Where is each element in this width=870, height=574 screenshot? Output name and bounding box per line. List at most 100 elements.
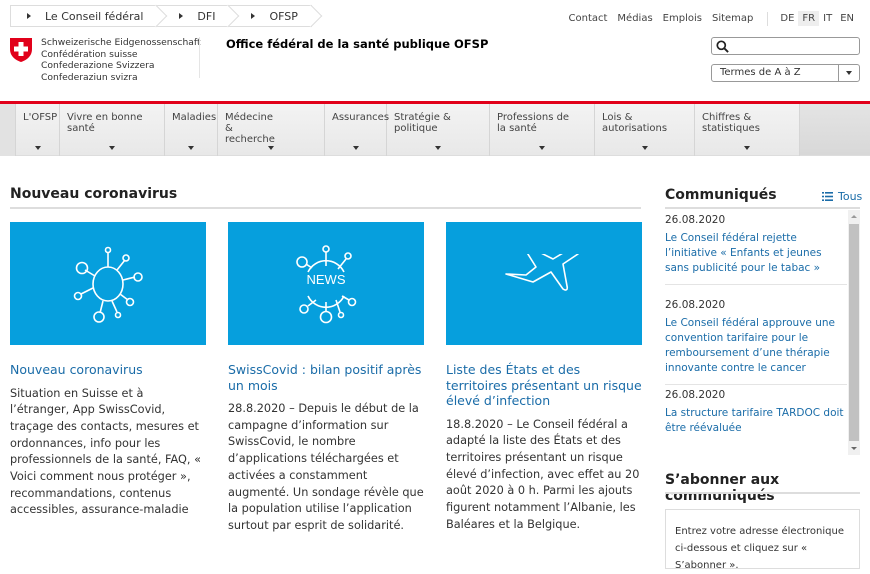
chevron-down-icon <box>109 146 115 150</box>
nav-item-maladies[interactable]: Maladies <box>165 104 218 156</box>
list-item: 26.08.2020 La structure tarifaire TARDOC … <box>665 385 847 444</box>
nav-label: Professions de la santé <box>497 112 570 134</box>
teaser-title[interactable]: Nouveau coronavirus <box>10 362 206 378</box>
lang-fr[interactable]: FR <box>798 11 820 26</box>
item-date: 26.08.2020 <box>665 389 726 401</box>
divider <box>199 37 200 78</box>
nav-spacer <box>0 104 16 156</box>
nav-label: L'OFSP <box>23 112 58 123</box>
all-communiques-link[interactable]: Tous <box>822 190 862 203</box>
nav-label: Lois & autorisations <box>602 112 668 134</box>
scroll-down-icon[interactable] <box>851 447 857 450</box>
search-input[interactable] <box>711 37 860 55</box>
chevron-down-icon <box>435 146 441 150</box>
communiques-list: 26.08.2020 Le Conseil fédéral rejette l’i… <box>665 210 860 455</box>
subscribe-text: Entrez votre adresse électronique ci-des… <box>675 526 844 571</box>
news-label: NEWS <box>306 272 346 287</box>
teaser-text: Situation en Suisse et à l’étranger, App… <box>10 386 201 517</box>
breadcrumb-item[interactable]: DFI <box>157 6 229 26</box>
nav-item-lois[interactable]: Lois & autorisations <box>595 104 695 156</box>
divider <box>767 11 769 26</box>
teaser-text: 18.8.2020 – Le Conseil fédéral a adapté … <box>446 417 640 531</box>
section-heading: Nouveau coronavirus <box>10 186 178 202</box>
search-icon <box>716 40 729 53</box>
lang-it[interactable]: IT <box>819 11 836 26</box>
breadcrumb-item[interactable]: Le Conseil fédéral <box>11 6 157 26</box>
nav-item-ofsp[interactable]: L'OFSP <box>16 104 60 156</box>
lang-de[interactable]: DE <box>776 11 798 26</box>
breadcrumb-label: Le Conseil fédéral <box>45 9 144 23</box>
nav-item-assurances[interactable]: Assurances <box>325 104 390 156</box>
logo-line: Confederazione Svizzera <box>41 60 155 71</box>
chevron-down-icon <box>352 146 359 150</box>
office-title: Office fédéral de la santé publique OFSP <box>226 37 489 51</box>
subscribe-box: Entrez votre adresse électronique ci-des… <box>665 509 860 571</box>
nav-item-medecine[interactable]: Médecine & recherche <box>218 104 325 156</box>
main-nav: L'OFSP Vivre en bonne santé Maladies Méd… <box>0 104 870 156</box>
chevron-down-icon <box>539 146 545 150</box>
terms-select-value: Termes de A à Z <box>720 67 801 78</box>
dropdown-button[interactable] <box>838 65 859 81</box>
divider <box>10 207 641 209</box>
virus-icon <box>73 246 143 323</box>
chevron-down-icon <box>268 146 274 150</box>
list-item: 26.08.2020 Le Conseil fédéral rejette l’i… <box>665 210 847 285</box>
divider <box>665 207 860 209</box>
teaser-text: 28.8.2020 – Depuis le début de la campag… <box>228 402 424 532</box>
teaser-title[interactable]: SwissCovid : bilan positif après un mois <box>228 362 424 393</box>
scrollbar[interactable] <box>848 210 860 455</box>
link-medias[interactable]: Médias <box>617 13 652 24</box>
link-sitemap[interactable]: Sitemap <box>712 13 753 24</box>
chevron-down-icon <box>188 146 194 150</box>
link-emplois[interactable]: Emplois <box>663 13 702 24</box>
item-date: 26.08.2020 <box>665 299 726 311</box>
link-contact[interactable]: Contact <box>569 13 608 24</box>
item-link[interactable]: Le Conseil fédéral rejette l’initiative … <box>665 231 847 276</box>
swiss-coat-of-arms-icon[interactable] <box>9 37 33 63</box>
nav-label: Assurances <box>332 112 390 123</box>
teaser-card[interactable]: NEWS SwissCovid : bilan positif après un… <box>228 222 424 535</box>
item-date: 26.08.2020 <box>665 214 726 226</box>
logo-line: Confederaziun svizra <box>41 71 138 83</box>
chevron-down-icon <box>744 146 750 150</box>
teaser-image[interactable]: NEWS <box>228 222 424 345</box>
chevron-down-icon <box>34 146 41 150</box>
nav-label: Chiffres & statistiques <box>702 112 760 134</box>
chevron-down-icon <box>641 146 648 150</box>
nav-item-vivre[interactable]: Vivre en bonne santé <box>60 104 165 156</box>
teaser-title[interactable]: Liste des États et des territoires prése… <box>446 362 642 409</box>
scroll-up-icon[interactable] <box>851 215 857 218</box>
nav-filler <box>800 104 870 155</box>
divider <box>665 492 860 494</box>
breadcrumb: Le Conseil fédéral DFI OFSP <box>10 5 312 27</box>
all-label: Tous <box>838 190 863 203</box>
chevron-down-icon <box>846 71 852 75</box>
confederation-names: Schweizerische Eidgenossenschaft Confédé… <box>41 37 201 83</box>
nav-item-professions[interactable]: Professions de la santé <box>490 104 595 156</box>
teaser-image[interactable] <box>446 222 642 345</box>
breadcrumb-label: OFSP <box>269 9 298 23</box>
item-link[interactable]: Le Conseil fédéral approuve une conventi… <box>665 316 847 376</box>
breadcrumb-label: DFI <box>197 9 216 23</box>
item-link[interactable]: La structure tarifaire TARDOC doit être … <box>665 406 847 436</box>
teaser-image[interactable] <box>10 222 206 345</box>
logo-line: Confédération suisse <box>41 48 138 60</box>
subscribe-heading: S’abonner aux communiqués <box>665 472 780 504</box>
nav-item-chiffres[interactable]: Chiffres & statistiques <box>695 104 800 156</box>
airplane-icon <box>505 253 579 291</box>
list-item: 26.08.2020 Le Conseil fédéral approuve un… <box>665 285 847 385</box>
nav-item-strategie[interactable]: Stratégie & politique <box>387 104 490 156</box>
nav-label: Maladies <box>172 112 217 123</box>
top-links: Contact Médias Emplois Sitemap DE FR IT … <box>559 11 858 26</box>
nav-label: Médecine & recherche <box>225 112 275 145</box>
breadcrumb-item[interactable]: OFSP <box>229 6 311 26</box>
scrollbar-thumb[interactable] <box>849 224 859 441</box>
list-icon <box>822 192 833 201</box>
lang-en[interactable]: EN <box>836 11 858 26</box>
terms-select[interactable]: Termes de A à Z <box>711 64 860 82</box>
teaser-card[interactable]: Nouveau coronavirus Situation en Suisse … <box>10 222 206 519</box>
communiques-heading: Communiqués <box>665 187 777 203</box>
nav-label: Vivre en bonne santé <box>67 112 143 134</box>
logo-line: Schweizerische Eidgenossenschaft <box>41 37 201 48</box>
teaser-card[interactable]: Liste des États et des territoires prése… <box>446 222 642 533</box>
